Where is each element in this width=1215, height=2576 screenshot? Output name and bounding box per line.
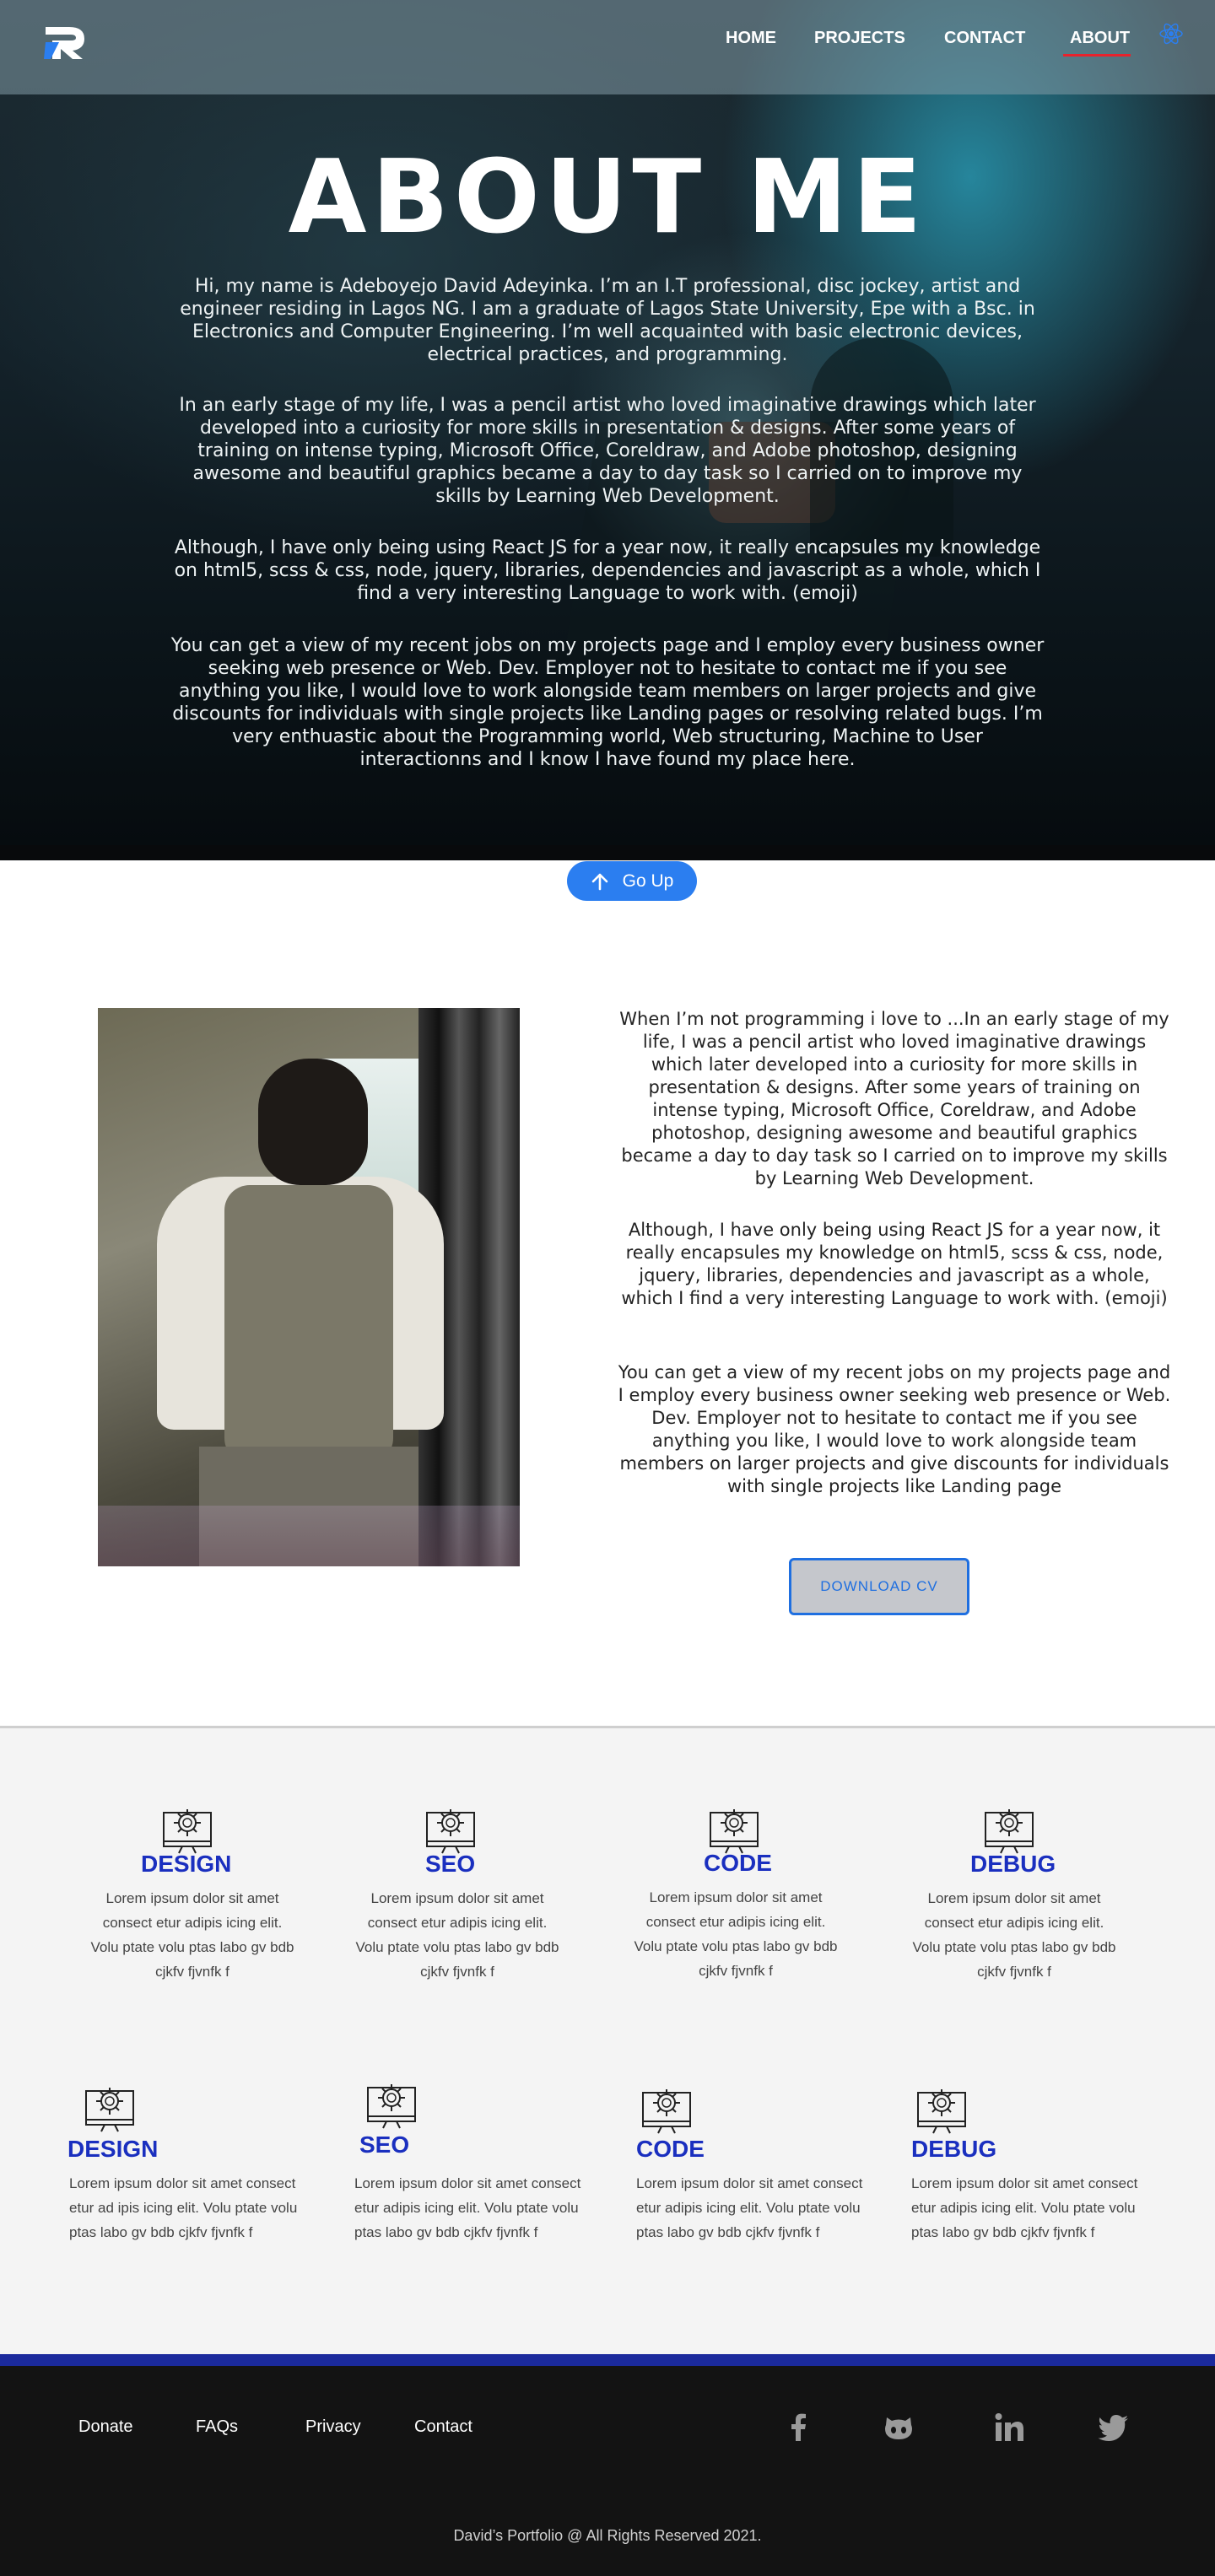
linkedin-icon[interactable] — [992, 2411, 1026, 2444]
code-monitor-icon — [163, 1809, 212, 1854]
service-title: CODE — [636, 2136, 705, 2162]
nav-home[interactable]: HOME — [726, 29, 776, 48]
about-paragraph: Although, I have only being using React … — [621, 1220, 1168, 1308]
about-paragraph: You can get a view of my recent jobs on … — [618, 1362, 1171, 1496]
nav-active-underline — [1063, 54, 1131, 57]
nav-about[interactable]: ABOUT — [1070, 29, 1130, 48]
code-monitor-icon — [985, 1809, 1034, 1854]
logo-icon[interactable] — [44, 25, 88, 59]
service-title: DESIGN — [141, 1851, 232, 1877]
code-monitor-icon — [367, 2084, 416, 2129]
service-card: DESIGN Lorem ipsum dolor sit amet consec… — [84, 1804, 294, 1998]
service-text: Lorem ipsum dolor sit amet consect etur … — [912, 1890, 1116, 1980]
service-title: SEO — [425, 1851, 476, 1877]
service-text: Lorem ipsum dolor sit amet consect etur … — [355, 1890, 559, 1980]
hero-paragraph: Hi, my name is Adeboyejo David Adeyinka.… — [180, 276, 1035, 365]
hero-section: HOME PROJECTS CONTACT ABOUT ABOUT ME Hi,… — [0, 0, 1215, 860]
service-card: DESIGN Lorem ipsum dolor sit amet consec… — [68, 2083, 321, 2285]
photo-vest — [224, 1185, 393, 1463]
react-atom-icon[interactable] — [1158, 20, 1185, 47]
hero-paragraph: In an early stage of my life, I was a pe… — [179, 395, 1036, 507]
page: HOME PROJECTS CONTACT ABOUT ABOUT ME Hi,… — [0, 0, 1215, 2576]
service-card: SEO Lorem ipsum dolor sit amet consect e… — [354, 1804, 559, 1998]
page-title: ABOUT ME — [288, 139, 927, 256]
hero-paragraph: You can get a view of my recent jobs on … — [170, 635, 1045, 770]
footer-link-contact[interactable]: Contact — [414, 2417, 472, 2437]
go-up-label: Go Up — [622, 870, 674, 891]
service-text: Lorem ipsum dolor sit amet consect etur … — [90, 1890, 294, 1980]
arrow-up-icon — [591, 873, 608, 890]
service-text: Lorem ipsum dolor sit amet consect etur … — [911, 2175, 1138, 2240]
code-monitor-icon — [642, 2089, 691, 2134]
service-text: Lorem ipsum dolor sit amet consect etur … — [634, 1889, 838, 1979]
hero-bottom-bar — [0, 845, 1215, 860]
services-section: DESIGN Lorem ipsum dolor sit amet consec… — [0, 1726, 1215, 2354]
github-icon[interactable] — [882, 2411, 915, 2444]
service-title: SEO — [359, 2131, 410, 2158]
photo-head — [258, 1059, 368, 1185]
service-card: SEO Lorem ipsum dolor sit amet consect e… — [354, 2083, 608, 2285]
code-monitor-icon — [917, 2089, 966, 2134]
code-monitor-icon — [426, 1809, 475, 1854]
footer-link-faqs[interactable]: FAQs — [196, 2417, 238, 2437]
service-card: DEBUG Lorem ipsum dolor sit amet consect… — [911, 1804, 1116, 1998]
service-text: Lorem ipsum dolor sit amet consect etur … — [636, 2175, 863, 2240]
facebook-icon[interactable] — [782, 2411, 816, 2444]
hero-paragraph: Although, I have only being using React … — [174, 537, 1041, 604]
profile-photo — [98, 1008, 520, 1566]
service-card: CODE Lorem ipsum dolor sit amet consect … — [636, 2083, 889, 2285]
about-paragraph: When I’m not programming i love to ...In… — [619, 1009, 1169, 1188]
code-monitor-icon — [85, 2088, 134, 2132]
twitter-icon[interactable] — [1097, 2411, 1131, 2444]
nav-projects[interactable]: PROJECTS — [814, 29, 905, 48]
nav-contact[interactable]: CONTACT — [944, 29, 1025, 48]
photo-floor — [98, 1506, 520, 1566]
service-text: Lorem ipsum dolor sit amet consect etur … — [354, 2175, 581, 2240]
copyright-text: David’s Portfolio @ All Rights Reserved … — [453, 2527, 762, 2544]
footer-link-privacy[interactable]: Privacy — [305, 2417, 361, 2437]
service-text: Lorem ipsum dolor sit amet consect etur … — [69, 2175, 298, 2240]
service-title: DEBUG — [911, 2136, 997, 2162]
service-title: DESIGN — [68, 2136, 159, 2162]
footer-accent-bar — [0, 2354, 1215, 2366]
service-title: DEBUG — [970, 1851, 1056, 1877]
footer-link-donate[interactable]: Donate — [78, 2417, 133, 2437]
go-up-button[interactable]: Go Up — [567, 861, 697, 901]
code-monitor-icon — [710, 1809, 759, 1854]
service-card: CODE Lorem ipsum dolor sit amet consect … — [633, 1804, 838, 1998]
navbar: HOME PROJECTS CONTACT ABOUT — [0, 0, 1215, 94]
service-title: CODE — [704, 1850, 772, 1876]
service-card: DEBUG Lorem ipsum dolor sit amet consect… — [911, 2083, 1164, 2285]
download-cv-button[interactable]: DOWNLOAD CV — [789, 1558, 969, 1615]
